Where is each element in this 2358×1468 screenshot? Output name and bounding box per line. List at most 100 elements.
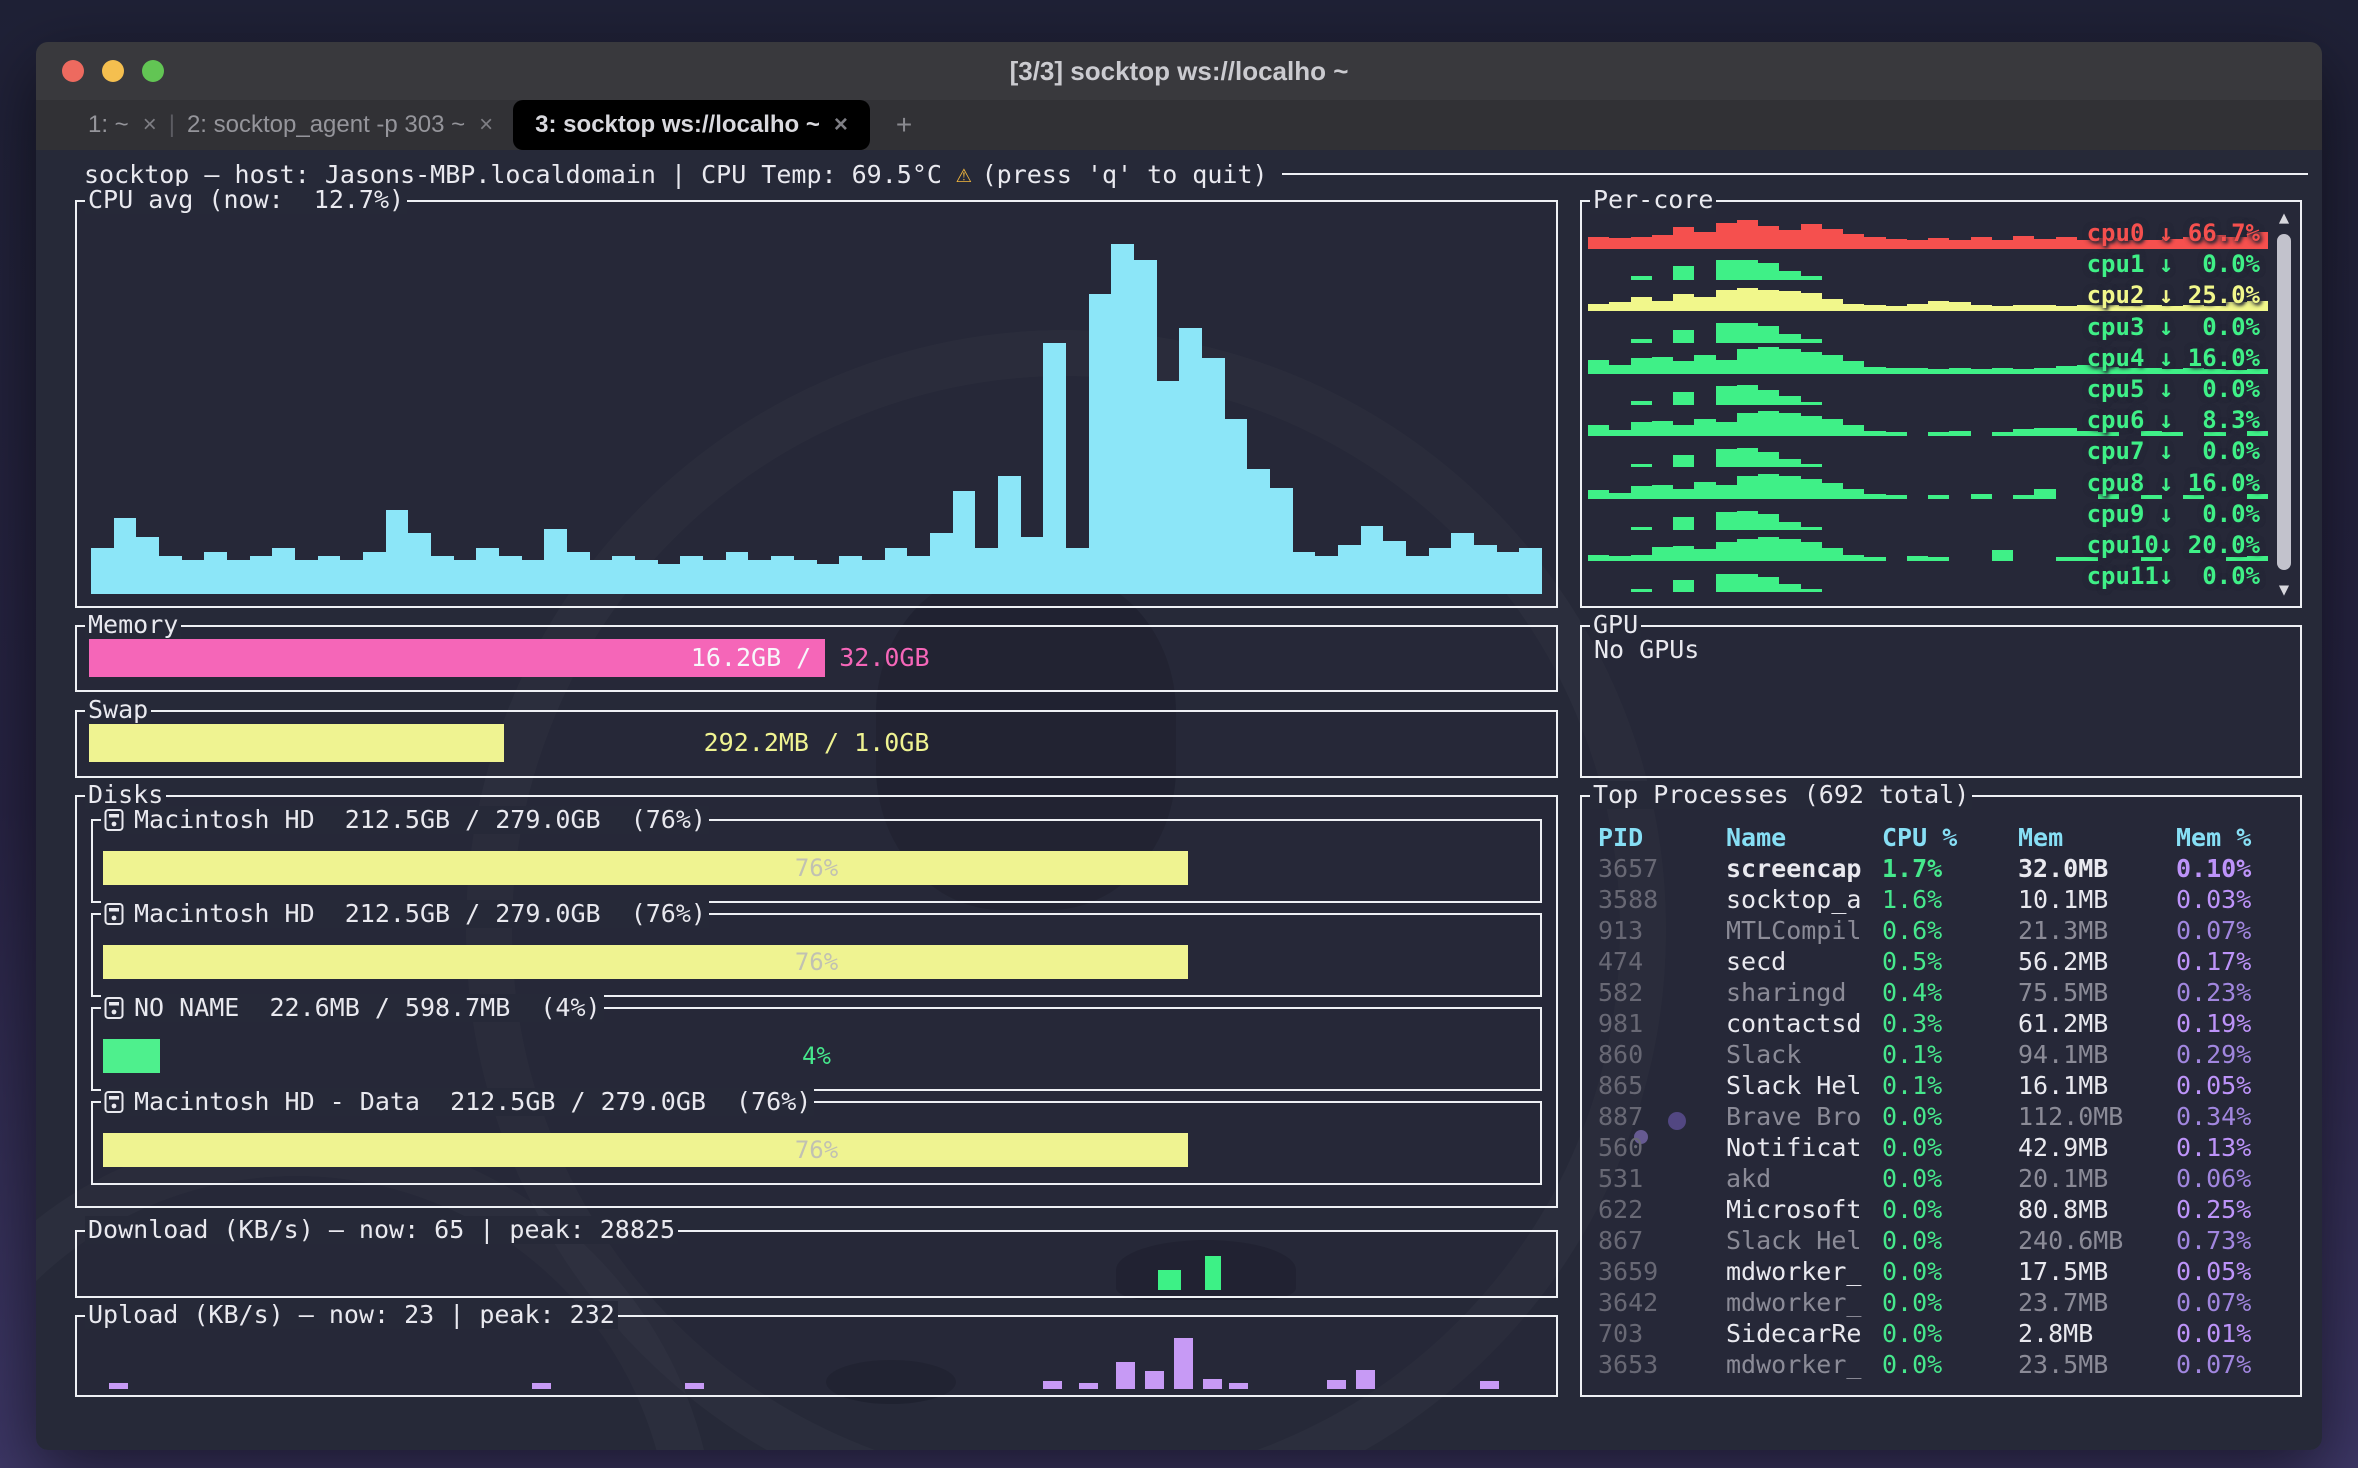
cpu-avg-panel-title: CPU avg (now: 12.7%) xyxy=(85,186,407,214)
process-row[interactable]: 913MTLCompil0.6%21.3MB0.07% xyxy=(1582,915,2300,946)
tab-2[interactable]: 2: socktop_agent -p 303 ~ × xyxy=(177,100,503,150)
core-history-bar xyxy=(1928,301,1949,312)
process-row[interactable]: 3642mdworker_0.0%23.7MB0.07% xyxy=(1582,1287,2300,1318)
core-history-bar xyxy=(1779,522,1800,530)
core-history-bar xyxy=(1864,431,1885,437)
cpu-history-bar xyxy=(817,564,840,594)
core-history-bar xyxy=(1864,237,1885,249)
core-history-bar xyxy=(1822,229,1843,249)
cpu-history-bar xyxy=(885,548,908,594)
network-history-bar xyxy=(109,1383,128,1389)
tab-3-close-icon[interactable]: × xyxy=(834,111,848,139)
process-cpu: 0.0% xyxy=(1882,1287,2018,1318)
core-history-bar xyxy=(1588,360,1609,374)
tab-2-label: 2: socktop_agent -p 303 ~ xyxy=(187,111,465,139)
download-panel: Download (KB/s) — now: 65 | peak: 28825 xyxy=(75,1230,1558,1298)
tab-2-close-icon[interactable]: × xyxy=(479,111,493,139)
scroll-up-icon[interactable]: ▲ xyxy=(2279,208,2289,228)
cpu-history-bar xyxy=(635,560,658,594)
process-row[interactable]: 622Microsoft0.0%80.8MB0.25% xyxy=(1582,1194,2300,1225)
core-history-bar xyxy=(1716,323,1737,342)
tab-1-close-icon[interactable]: × xyxy=(143,111,157,139)
process-row[interactable]: 865Slack Hel0.1%16.1MB0.05% xyxy=(1582,1070,2300,1101)
cpu-history-bar xyxy=(227,560,250,594)
process-pid: 703 xyxy=(1598,1318,1726,1349)
cpu-history-bar xyxy=(431,556,454,594)
core-history-bar xyxy=(1652,547,1673,561)
process-row[interactable]: 703SidecarRe0.0%2.8MB0.01% xyxy=(1582,1318,2300,1349)
process-row[interactable]: 981contactsd0.3%61.2MB0.19% xyxy=(1582,1008,2300,1039)
cpu-history-bar xyxy=(204,552,227,594)
cpu-history-bar xyxy=(680,556,703,594)
process-row[interactable]: 3657screencap1.7%32.0MB0.10% xyxy=(1582,853,2300,884)
temp-warning-icon: ⚠ xyxy=(956,159,972,189)
core-history-bar xyxy=(1779,396,1800,405)
process-mem-percent: 0.13% xyxy=(2176,1132,2292,1163)
disk-panel-1: Macintosh HD 212.5GB / 279.0GB (76%)76% xyxy=(91,913,1542,997)
per-core-scrollbar[interactable]: ▲ ▼ xyxy=(2272,208,2296,600)
core-history-bar xyxy=(1801,589,1822,592)
core-history-bar xyxy=(1779,349,1800,374)
process-mem: 2.8MB xyxy=(2018,1318,2176,1349)
core-history-bar xyxy=(1673,546,1694,562)
tab-separator: | xyxy=(169,111,175,139)
header-rule xyxy=(1282,173,2308,175)
process-row[interactable]: 3588socktop_a1.6%10.1MB0.03% xyxy=(1582,884,2300,915)
new-tab-button[interactable]: + xyxy=(896,109,912,141)
cpu-history-bar xyxy=(567,552,590,594)
core-history-bar xyxy=(2056,428,2077,436)
process-pid: 3642 xyxy=(1598,1287,1726,1318)
process-row[interactable]: 860Slack0.1%94.1MB0.29% xyxy=(1582,1039,2300,1070)
core-history-bar xyxy=(1694,355,1715,374)
core-usage-label: cpu10↓ 20.0% xyxy=(2087,530,2260,561)
process-mem-percent: 0.03% xyxy=(2176,884,2292,915)
disk-fill xyxy=(103,851,1188,885)
process-cpu: 0.1% xyxy=(1882,1070,2018,1101)
process-row[interactable]: 474secd0.5%56.2MB0.17% xyxy=(1582,946,2300,977)
tab-3-active[interactable]: 3: socktop ws://localho ~ × xyxy=(513,100,870,150)
process-mem: 16.1MB xyxy=(2018,1070,2176,1101)
core-history-bar xyxy=(1992,240,2013,249)
core-history-bar xyxy=(1886,239,1907,249)
disk-icon xyxy=(104,996,124,1020)
core-usage-label: cpu0 ↓ 66.7% xyxy=(2087,218,2260,249)
process-mem-percent: 0.25% xyxy=(2176,1194,2292,1225)
process-mem-percent: 0.07% xyxy=(2176,1287,2292,1318)
process-cpu: 0.3% xyxy=(1882,1008,2018,1039)
core-history-bar xyxy=(1737,349,1758,374)
core-history-bar xyxy=(1949,240,1970,249)
core-row-4: cpu4 ↓ 16.0% xyxy=(1588,343,2268,374)
process-row[interactable]: 582sharingd0.4%75.5MB0.23% xyxy=(1582,977,2300,1008)
process-pid: 622 xyxy=(1598,1194,1726,1225)
core-history-bar xyxy=(2034,305,2055,311)
memory-usage-bar: 16.2GB / 32.0GB xyxy=(89,639,1544,677)
process-row[interactable]: 531akd0.0%20.1MB0.06% xyxy=(1582,1163,2300,1194)
process-name: secd xyxy=(1726,946,1882,977)
process-name: mdworker_ xyxy=(1726,1256,1882,1287)
disk-title: Macintosh HD 212.5GB / 279.0GB (76%) xyxy=(101,806,709,834)
gpu-message: No GPUs xyxy=(1594,635,1699,664)
core-history-bar xyxy=(1588,490,1609,499)
disk-usage-bar: 76% xyxy=(103,851,1530,885)
process-mem-percent: 0.29% xyxy=(2176,1039,2292,1070)
scroll-down-icon[interactable]: ▼ xyxy=(2279,580,2289,600)
core-history-bar xyxy=(2034,428,2055,437)
disk-percent-label: 76% xyxy=(795,1133,838,1167)
process-row[interactable]: 3653mdworker_0.0%23.5MB0.07% xyxy=(1582,1349,2300,1380)
disk-label: Macintosh HD 212.5GB / 279.0GB (76%) xyxy=(134,900,706,928)
disk-icon xyxy=(104,1090,124,1114)
process-row[interactable]: 560Notificat0.0%42.9MB0.13% xyxy=(1582,1132,2300,1163)
tab-1[interactable]: 1: ~ × xyxy=(78,100,167,150)
process-mem-percent: 0.10% xyxy=(2176,853,2292,884)
process-name: Slack xyxy=(1726,1039,1882,1070)
core-history-bar xyxy=(1801,224,1822,249)
core-history-bar xyxy=(1843,489,1864,498)
scrollbar-thumb[interactable] xyxy=(2277,234,2291,570)
process-row[interactable]: 3659mdworker_0.0%17.5MB0.05% xyxy=(1582,1256,2300,1287)
core-history-bar xyxy=(1737,476,1758,498)
core-history-bar xyxy=(1758,411,1779,436)
process-cpu: 0.0% xyxy=(1882,1163,2018,1194)
core-history-bar xyxy=(1652,357,1673,374)
process-row[interactable]: 887Brave Bro0.0%112.0MB0.34% xyxy=(1582,1101,2300,1132)
process-row[interactable]: 867Slack Hel0.0%240.6MB0.73% xyxy=(1582,1225,2300,1256)
